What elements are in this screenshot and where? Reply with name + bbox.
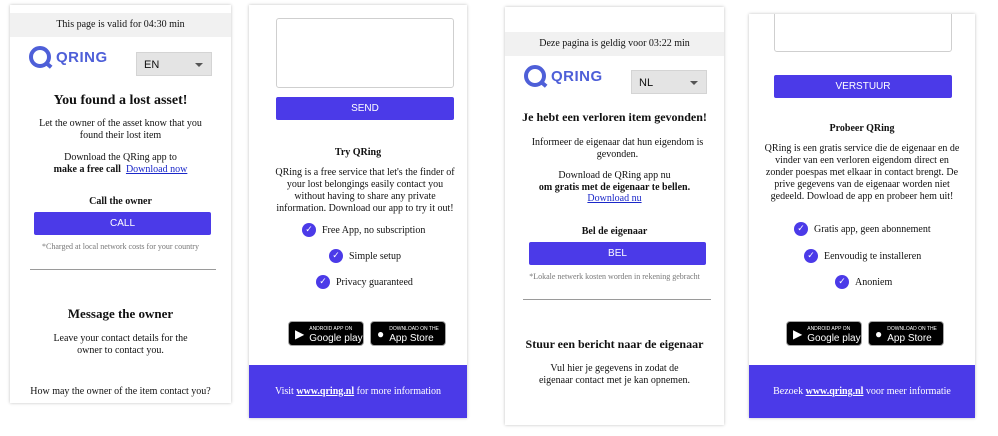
google-big-text: Google play <box>309 332 363 344</box>
qring-logo-icon <box>524 65 546 87</box>
app-store-badge[interactable]: ● Download on the App Store <box>370 321 446 346</box>
message-title: Stuur een bericht naar de eigenaar <box>525 337 704 351</box>
website-link[interactable]: www.qring.nl <box>806 386 864 397</box>
panel-dutch-bottom: VERSTUUR Probeer QRing QRing is een grat… <box>749 14 975 418</box>
page-title: Je hebt een verloren item gevonden! <box>522 110 707 124</box>
feature-item: ✓ Simple setup <box>329 249 401 263</box>
message-text: Leave your contact details for the owner… <box>53 333 188 356</box>
download-line: Download the QRing app to <box>64 152 177 163</box>
feature-label: Anoniem <box>855 276 893 288</box>
apple-big-text: App Store <box>887 332 932 344</box>
app-store-badge[interactable]: ● Download on the App Store <box>868 321 944 346</box>
google-play-badge[interactable]: ▶ Android app on Google play <box>786 321 862 346</box>
footer: Bezoek www.qring.nl voor meer informatie <box>749 365 975 418</box>
feature-label: Gratis app, geen abonnement <box>814 223 931 235</box>
language-value: NL <box>639 77 654 89</box>
call-button[interactable]: CALL <box>34 212 211 235</box>
download-bold: om gratis met de eigenaar te bellen. <box>538 182 691 193</box>
apple-icon: ● <box>875 326 883 341</box>
check-icon: ✓ <box>329 249 343 263</box>
language-value: EN <box>144 59 160 71</box>
intro-text: Informeer de eigenaar dat hun eigendom i… <box>531 137 704 160</box>
check-icon: ✓ <box>835 275 849 289</box>
call-note: *Charged at local network costs for your… <box>42 242 199 251</box>
feature-item: ✓ Free App, no subscription <box>302 223 425 237</box>
download-link-line: Download nu <box>505 193 724 205</box>
send-button[interactable]: SEND <box>276 97 454 120</box>
google-play-icon: ▶ <box>295 326 305 341</box>
footer-post: for more information <box>356 386 442 397</box>
divider <box>523 299 711 300</box>
try-text: QRing is een gratis service die de eigen… <box>764 143 960 202</box>
feature-item: ✓ Privacy guaranteed <box>316 275 413 289</box>
feature-item: ✓ Gratis app, geen abonnement <box>794 222 931 236</box>
check-icon: ✓ <box>794 222 808 236</box>
message-title: Message the owner <box>67 306 174 321</box>
footer: Visit www.qring.nl for more information <box>249 365 467 418</box>
footer-pre: Bezoek <box>773 386 804 397</box>
qring-logo-icon <box>29 46 51 68</box>
call-note: *Lokale netwerk kosten worden in rekenin… <box>529 272 700 281</box>
check-icon: ✓ <box>804 249 818 263</box>
page-title: You found a lost asset! <box>53 93 188 108</box>
google-play-badge[interactable]: ▶ Android app on Google play <box>288 321 364 346</box>
language-select[interactable]: NL <box>631 70 707 94</box>
message-textarea[interactable] <box>774 14 952 52</box>
feature-label: Eenvoudig te installeren <box>824 250 922 262</box>
download-now-link[interactable]: Download nu <box>587 193 641 204</box>
panel-english-bottom: SEND Try QRing QRing is a free service t… <box>249 5 467 418</box>
panel-dutch-top: Deze pagina is geldig voor 03:22 min QRI… <box>505 7 724 425</box>
footer-post: voor meer informatie <box>865 386 951 397</box>
download-bold: make a free call <box>53 164 121 175</box>
feature-item: ✓ Eenvoudig te installeren <box>804 249 921 263</box>
divider <box>30 269 216 270</box>
message-textarea[interactable] <box>276 18 454 88</box>
qring-logo: QRING <box>29 46 108 68</box>
website-link[interactable]: www.qring.nl <box>296 386 354 397</box>
google-big-text: Google play <box>807 332 861 344</box>
check-icon: ✓ <box>302 223 316 237</box>
download-now-link[interactable]: Download now <box>126 164 187 175</box>
panel-english-top: This page is valid for 04:30 min QRING E… <box>10 5 231 403</box>
feature-item: ✓ Anoniem <box>835 275 892 289</box>
feature-label: Free App, no subscription <box>322 224 426 236</box>
footer-pre: Visit <box>274 386 294 397</box>
validity-timer: Deze pagina is geldig voor 03:22 min <box>505 32 724 56</box>
download-line: Download de QRing app nu <box>558 170 671 181</box>
try-text: QRing is a free service that let's the f… <box>275 167 455 214</box>
google-play-icon: ▶ <box>793 326 803 341</box>
message-text: Vul hier je gegevens in zodat de eigenaa… <box>538 363 691 386</box>
check-icon: ✓ <box>316 275 330 289</box>
apple-big-text: App Store <box>389 332 434 344</box>
call-button[interactable]: BEL <box>529 242 706 265</box>
validity-timer: This page is valid for 04:30 min <box>10 13 231 37</box>
feature-label: Simple setup <box>349 250 401 262</box>
chevron-down-icon <box>195 63 203 67</box>
intro-text: Let the owner of the asset know that you… <box>39 118 202 141</box>
chevron-down-icon <box>690 81 698 85</box>
qring-logo: QRING <box>524 65 603 87</box>
feature-label: Privacy guaranteed <box>336 276 413 288</box>
contact-question: How may the owner of the item contact yo… <box>30 386 211 397</box>
logo-text: QRING <box>551 67 603 85</box>
logo-text: QRING <box>56 48 108 66</box>
try-heading: Probeer QRing <box>829 123 895 134</box>
call-heading: Bel de eigenaar <box>581 226 648 237</box>
download-line-2: make a free call Download now <box>10 164 231 176</box>
apple-icon: ● <box>377 326 385 341</box>
try-heading: Try QRing <box>334 147 382 158</box>
language-select[interactable]: EN <box>136 52 212 76</box>
call-heading: Call the owner <box>89 196 152 207</box>
send-button[interactable]: VERSTUUR <box>774 75 952 98</box>
